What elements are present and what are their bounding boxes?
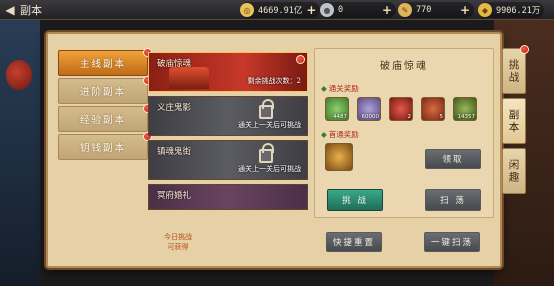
add-silver-button[interactable]: +: [382, 3, 392, 17]
side-tab-label: 副本: [507, 108, 520, 134]
side-tabs: 挑战 副本 闲趣: [502, 45, 529, 198]
clear-reward-list: 4487 60000 2 5 14357: [325, 97, 485, 121]
daily-challenge-note: 今日挑战 可获得: [148, 232, 208, 252]
claim-button[interactable]: 领取: [425, 149, 481, 169]
tab-main-dungeon[interactable]: 主线副本: [58, 48, 152, 76]
tab-label: 主线副本: [79, 59, 126, 70]
dungeon-name: 镇魂鬼街: [157, 147, 192, 157]
sweep-button[interactable]: 扫 荡: [425, 189, 481, 211]
dungeon-name: 破庙惊魂: [157, 59, 192, 69]
resource-ingot: ◆ 9906.21万: [478, 2, 545, 18]
treasure-box-icon[interactable]: 5: [421, 97, 445, 121]
resource-value: 9906.21万: [496, 6, 541, 16]
top-bar: ◀ 副本 ◎ 4669.91亿 + ● 0 + ✎ 770 + ◆ 9906.2…: [0, 0, 554, 20]
dungeon-stage-1[interactable]: 破庙惊魂 剩余挑战次数：2: [148, 52, 308, 92]
resource-value: 770: [416, 5, 432, 15]
side-tab-label: 闲趣: [507, 158, 520, 184]
tab-label: 进阶副本: [79, 87, 126, 98]
silver-coin-icon: ●: [320, 3, 334, 17]
detail-title: 破庙惊魂: [380, 61, 428, 72]
golden-chest-icon[interactable]: [325, 143, 353, 171]
scroll-icon: ✎: [398, 3, 412, 17]
dungeon-name: 义庄鬼影: [157, 103, 192, 113]
lock-icon: [259, 143, 274, 163]
tab-coin-dungeon[interactable]: 钥钱副本: [58, 132, 152, 160]
unlock-hint: 通关上一关后可挑战: [238, 121, 301, 129]
notification-dot-icon: [296, 55, 305, 64]
item-count: 14357: [457, 114, 476, 120]
dungeon-detail: 破庙惊魂 通关奖励 4487 60000 2 5 14357 首通奖励 领取 挑…: [314, 48, 494, 218]
one-key-sweep-button[interactable]: 一键扫荡: [424, 232, 480, 252]
side-tab-challenge[interactable]: 挑战: [502, 45, 529, 94]
dungeon-stage-4[interactable]: 冥府婚礼: [148, 184, 308, 210]
back-arrow-icon[interactable]: ◀: [0, 3, 20, 17]
notification-dot-icon: [520, 45, 529, 54]
tab-exp-dungeon[interactable]: 经验副本: [58, 104, 152, 132]
page-title: 副本: [20, 3, 42, 17]
note-line-1: 今日挑战: [164, 233, 192, 241]
tab-label: 经验副本: [79, 115, 126, 126]
resource-silver: ● 0 +: [320, 2, 397, 18]
lantern-decoration: [6, 60, 32, 90]
side-tab-leisure[interactable]: 闲趣: [502, 148, 526, 194]
lock-icon: [259, 99, 274, 119]
item-count: 5: [439, 114, 444, 120]
add-gold-button[interactable]: +: [306, 3, 316, 17]
background-left: [0, 18, 40, 286]
note-line-2: 可获得: [167, 243, 189, 251]
resource-scroll: ✎ 770 +: [398, 2, 475, 18]
jade-coin-icon[interactable]: 4487: [325, 97, 349, 121]
dungeon-stage-3[interactable]: 镇魂鬼街 通关上一关后可挑战: [148, 140, 308, 180]
copper-coin-icon[interactable]: 14357: [453, 97, 477, 121]
tab-label: 钥钱副本: [79, 143, 126, 154]
dungeon-panel: 主线副本 进阶副本 经验副本 钥钱副本 破庙惊魂 剩余挑战次数：2 义庄鬼影 通…: [46, 32, 502, 268]
silver-orb-icon[interactable]: 60000: [357, 97, 381, 121]
clear-reward-label: 通关奖励: [321, 83, 359, 94]
challenge-button[interactable]: 挑 战: [327, 189, 383, 211]
red-gift-icon[interactable]: 2: [389, 97, 413, 121]
gold-ingot-icon: ◆: [478, 3, 492, 17]
temple-scene-image: [169, 67, 209, 89]
dungeon-list: 破庙惊魂 剩余挑战次数：2 义庄鬼影 通关上一关后可挑战 镇魂鬼街 通关上一关后…: [148, 52, 308, 214]
unlock-hint: 通关上一关后可挑战: [238, 165, 301, 173]
first-reward-list: [325, 143, 361, 171]
dungeon-category-tabs: 主线副本 进阶副本 经验副本 钥钱副本: [58, 48, 152, 162]
resource-value: 0: [338, 5, 344, 15]
resource-value: 4669.91亿: [258, 6, 303, 16]
quick-reset-button[interactable]: 快捷重置: [326, 232, 382, 252]
item-count: 2: [407, 114, 412, 120]
side-tab-label: 挑战: [507, 58, 520, 84]
first-reward-label: 首通奖励: [321, 129, 359, 140]
resource-gold: ◎ 4669.91亿 +: [240, 2, 321, 18]
item-count: 4487: [333, 114, 347, 120]
item-count: 60000: [361, 114, 380, 120]
tab-advanced-dungeon[interactable]: 进阶副本: [58, 76, 152, 104]
add-scroll-button[interactable]: +: [460, 3, 470, 17]
dungeon-stage-2[interactable]: 义庄鬼影 通关上一关后可挑战: [148, 96, 308, 136]
remaining-attempts: 剩余挑战次数：2: [247, 77, 301, 85]
gold-coin-icon: ◎: [240, 3, 254, 17]
side-tab-dungeon[interactable]: 副本: [502, 98, 526, 144]
dungeon-name: 冥府婚礼: [157, 191, 192, 201]
